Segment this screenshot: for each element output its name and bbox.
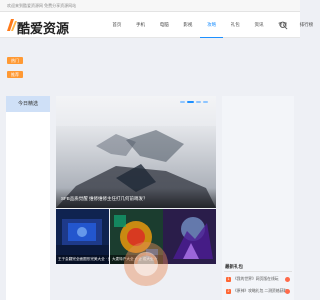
gift-item-text: 《原神》攻略礼包 二测资格获取 (233, 289, 288, 293)
thumbnail-caption: 大麦特产大全 大全 成大全大 (110, 255, 163, 264)
gift-item-text: 《我的世界》网页版在线玩 (233, 277, 279, 281)
featured-slider[interactable]: SFB品质觉醒 维修维修主任打几何前哨发？ (56, 96, 216, 208)
slider-dot[interactable] (196, 101, 201, 103)
tag-recommend[interactable]: 推荐 (7, 71, 23, 78)
slider-dot-active[interactable] (187, 101, 194, 103)
today-picks-heading: 今日精选 (6, 96, 50, 112)
thumbnail-image (163, 209, 216, 264)
top-notice-bar: 欢迎来到酷爱资源网 免费分享资源网站 (0, 0, 300, 12)
slider-dot[interactable] (203, 101, 208, 103)
site-logo-text[interactable]: 酷爱资源 (17, 18, 69, 37)
latest-gifts-title: 最新礼包 (225, 264, 243, 269)
site-notice: 欢迎来到酷爱资源网 免费分享资源网站 (7, 3, 77, 8)
thumbnail-card[interactable] (163, 209, 216, 264)
thumbnail-card[interactable]: 王于会翻完全面图形完美大全 · 战行 (56, 209, 109, 264)
divider (224, 271, 292, 272)
search-icon[interactable] (279, 21, 288, 30)
nav-item-home[interactable]: 首页 (105, 12, 129, 38)
site-header: 酷爱资源 首页 手机 电脑 影视 攻略 礼包 资讯 专题 排行榜 (0, 12, 313, 38)
thumbnail-caption: 王于会翻完全面图形完美大全 · 战行 (56, 255, 109, 264)
thumbnail-card[interactable]: 大麦特产大全 大全 成大全大 (110, 209, 163, 264)
gift-badge-icon (285, 288, 290, 294)
nav-item-guides[interactable]: 攻略 (199, 12, 224, 38)
slider-dot[interactable] (180, 101, 185, 103)
nav-item-pc[interactable]: 电脑 (152, 12, 176, 38)
tag-hot[interactable]: 热门 (7, 57, 23, 64)
nav-item-video[interactable]: 影视 (176, 12, 200, 38)
gift-list-item[interactable]: 2 《原神》攻略礼包 二测资格获取 (226, 287, 292, 295)
rank-number: 1 (226, 276, 231, 282)
nav-item-ranking[interactable]: 排行榜 (295, 12, 319, 38)
slider-caption[interactable]: SFB品质觉醒 维修维修主任打几何前哨发？ (61, 196, 148, 202)
nav-item-mobile[interactable]: 手机 (129, 12, 153, 38)
rank-number: 2 (226, 288, 231, 294)
slider-pagination (180, 101, 208, 103)
gift-list-item[interactable]: 1 《我的世界》网页版在线玩 (226, 275, 292, 283)
nav-item-gifts[interactable]: 礼包 (223, 12, 247, 38)
gift-badge-icon (285, 276, 290, 282)
today-picks-panel: 今日精选 (6, 96, 50, 300)
logo-icon[interactable] (6, 17, 17, 33)
nav-item-news[interactable]: 资讯 (247, 12, 271, 38)
